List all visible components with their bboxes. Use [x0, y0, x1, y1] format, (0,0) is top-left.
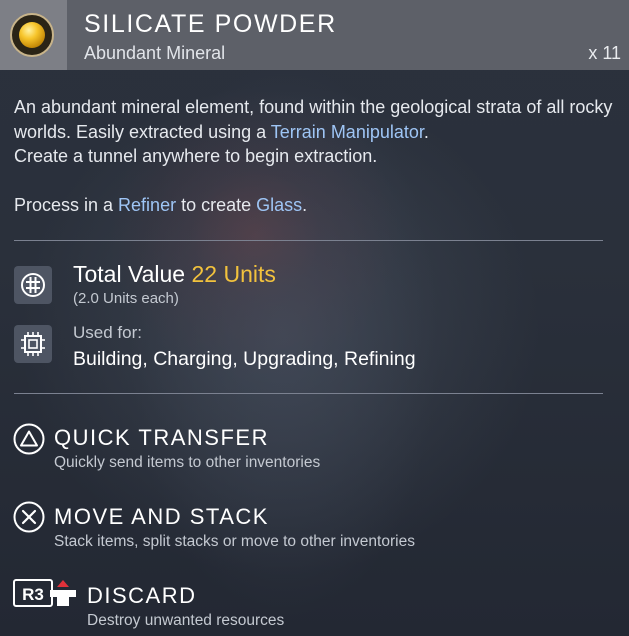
unit-value-each: (2.0 Units each): [73, 290, 179, 307]
chip-icon: [14, 325, 52, 363]
divider: [14, 393, 603, 394]
discard-description: Destroy unwanted resources: [87, 612, 285, 629]
quick-transfer-description: Quickly send items to other inventories: [54, 454, 321, 471]
cross-button-icon: [13, 501, 45, 533]
total-value-amount: 22 Units: [191, 261, 276, 287]
total-value-label: Total Value: [73, 261, 186, 287]
item-title: SILICATE POWDER: [84, 10, 337, 38]
total-value: Total Value 22 Units: [73, 261, 276, 288]
terrain-manipulator-link[interactable]: Terrain Manipulator: [271, 122, 424, 142]
item-category: Abundant Mineral: [84, 43, 226, 63]
quick-transfer-title: QUICK TRANSFER: [54, 425, 269, 450]
description-paragraph-2: Process in a Refiner to create Glass.: [14, 194, 308, 215]
glass-link[interactable]: Glass: [256, 195, 302, 215]
move-and-stack-title: MOVE AND STACK: [54, 504, 269, 529]
description-paragraph-1: An abundant mineral element, found withi…: [14, 97, 613, 166]
divider: [14, 240, 603, 241]
used-for-label: Used for:: [73, 323, 142, 342]
triangle-button-icon: [13, 423, 45, 455]
r3-button-label: R3: [22, 585, 44, 604]
refiner-link[interactable]: Refiner: [118, 195, 176, 215]
r3-button-icon: R3: [13, 579, 76, 607]
item-icon-box: [0, 0, 67, 70]
item-quantity: x 11: [588, 43, 621, 63]
item-header: SILICATE POWDER Abundant Mineral x 11: [0, 0, 629, 70]
discard-title: DISCARD: [87, 583, 197, 608]
move-and-stack-description: Stack items, split stacks or move to oth…: [54, 533, 415, 550]
golden-orb-icon: [10, 13, 54, 57]
item-description: An abundant mineral element, found withi…: [14, 95, 614, 217]
units-currency-icon: [14, 266, 52, 304]
used-for-value: Building, Charging, Upgrading, Refining: [73, 348, 416, 370]
